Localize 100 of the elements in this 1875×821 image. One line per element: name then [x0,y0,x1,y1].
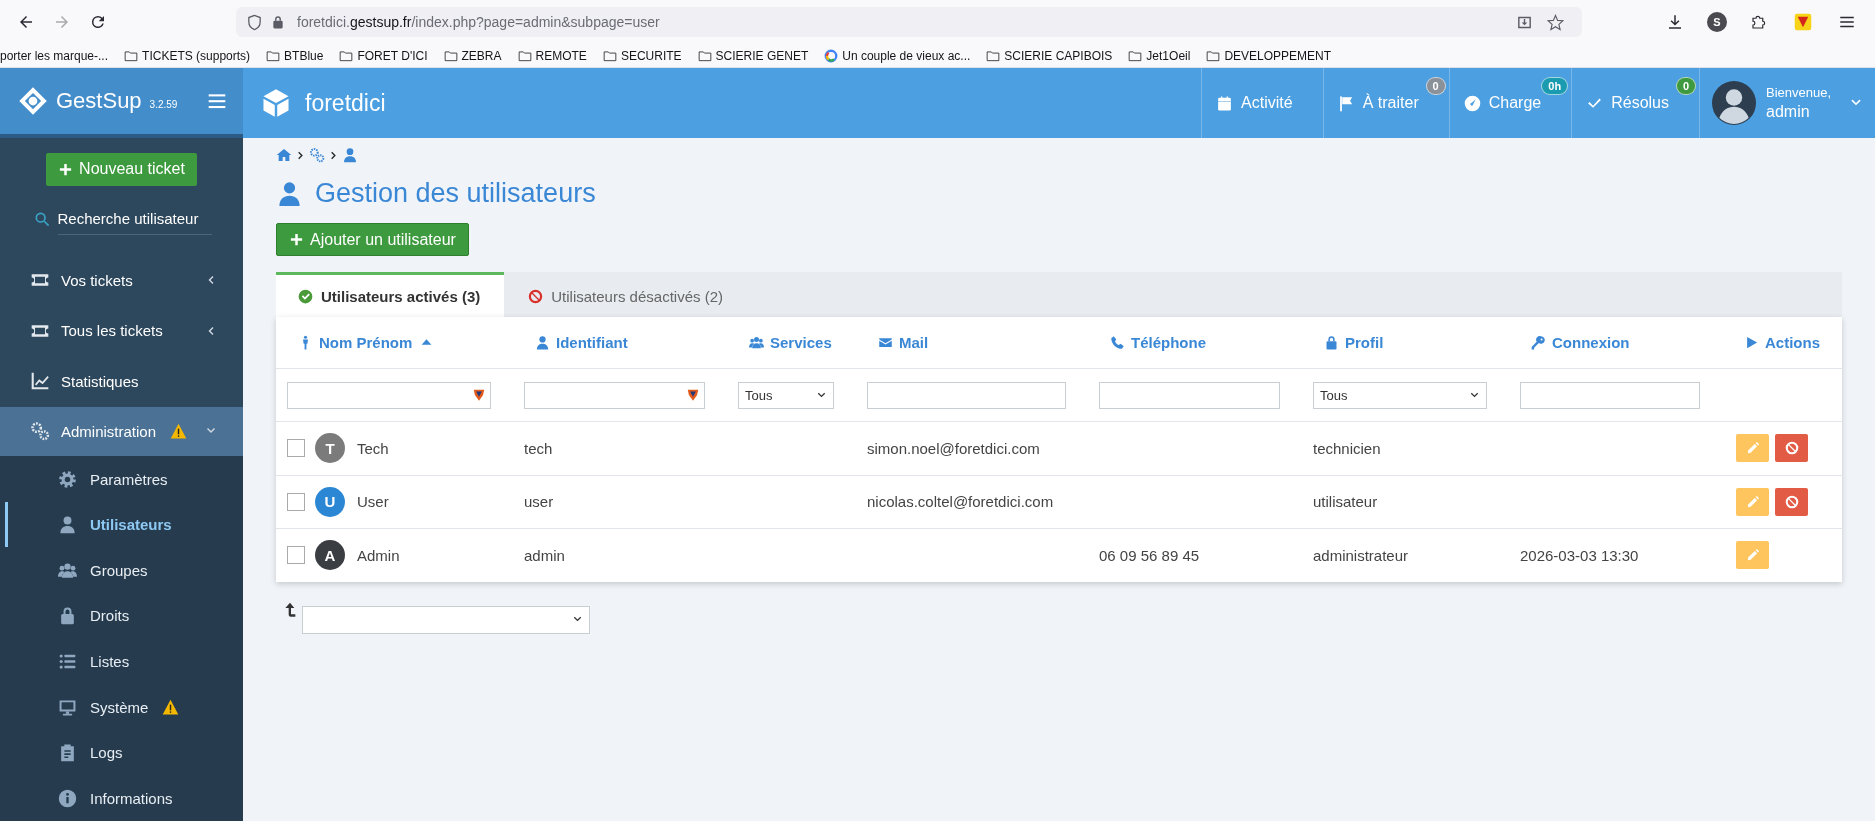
bookmark[interactable]: Jet1Oeil [1146,48,1191,63]
forward-icon[interactable] [53,13,71,31]
bookmark[interactable]: SECURITE [620,48,682,63]
filter-select[interactable]: Tous [1313,381,1487,409]
add-user-button[interactable]: Ajouter un utilisateur [276,223,469,256]
login-cell: user [524,493,554,511]
address-bar[interactable]: foretdici.gestsup.fr/index.php?page=admin&subpage=user [236,7,1582,37]
mail-cell: simon.noel@foretdici.com [867,439,1040,457]
folder-icon [266,48,281,63]
bookmark[interactable]: SCIERIE GENET [715,48,809,63]
logo-icon [18,86,48,116]
row-checkbox[interactable] [287,546,305,565]
nav-label: Activité [1241,94,1293,112]
folder-icon [602,48,617,63]
bookmark[interactable]: ZEBRA [461,48,502,63]
phone-icon [1110,335,1125,350]
column-header[interactable]: Nom Prénom [276,334,513,351]
user-icon [58,515,77,535]
folder-icon [443,48,458,63]
gear-icon [58,469,77,489]
search-icon [33,211,50,228]
clipboard-icon [58,743,77,763]
sidebar-item[interactable]: Administration [0,406,243,457]
filter-field[interactable] [867,381,1066,409]
puzzle-icon[interactable] [1750,13,1768,31]
sidebar-subitem[interactable]: Listes [5,638,243,685]
home-icon[interactable] [276,147,292,163]
user-icon[interactable] [342,147,358,163]
column-header[interactable]: Profil [1302,334,1509,351]
new-ticket-button[interactable]: Nouveau ticket [46,153,197,186]
tab[interactable]: Utilisateurs activés (3) [276,272,505,317]
bookmark[interactable]: REMOTE [535,48,587,63]
filter-field[interactable] [1099,381,1280,409]
play-icon [1744,335,1759,350]
sidebar-item[interactable]: Vos tickets [0,254,243,306]
bookmark[interactable]: porter les marque-... [0,48,109,63]
sidebar-subitem[interactable]: Groupes [5,547,243,594]
sidebar-subitem[interactable]: Informations [5,775,243,821]
tab[interactable]: Utilisateurs désactivés (2) [504,272,747,317]
nav-label: Charge [1488,94,1542,112]
filter-select[interactable]: Tous [738,381,834,409]
profile-cell: utilisateur [1313,493,1378,511]
mail-cell: nicolas.coltel@foretdici.com [867,493,1054,511]
bookmark[interactable]: Un couple de vieux ac... [842,48,971,63]
cube-icon [261,88,291,118]
column-header[interactable]: Téléphone [1088,334,1302,351]
download-icon[interactable] [1666,13,1684,31]
nav-label: À traiter [1362,94,1419,112]
gauge-icon [1463,94,1481,112]
monitor-icon [58,697,77,717]
user-icon [276,180,303,207]
row-checkbox[interactable] [287,492,305,511]
version-text: 3.2.59 [149,98,178,110]
lock-icon [58,606,77,626]
nav-item[interactable]: Résolus 0 [1571,68,1699,138]
user-name: Tech [357,439,389,457]
envelope-icon [878,335,893,350]
bookmark[interactable]: BTBlue [284,48,324,63]
bookmark[interactable]: TICKETS (supports) [142,48,251,63]
sidebar-item[interactable]: Tous les tickets [0,305,243,357]
column-header[interactable]: Identifiant [513,334,727,351]
bookmark[interactable]: FORET D'ICI [357,48,428,63]
column-header[interactable]: Connexion [1509,334,1722,351]
reload-icon[interactable] [89,13,107,31]
login-cell: admin [524,546,565,564]
row-checkbox[interactable] [287,439,305,458]
folder-icon [339,48,354,63]
disable-button[interactable] [1775,487,1808,516]
sidebar-subitem[interactable]: Droits [5,593,243,639]
sidebar-subitem[interactable]: Utilisateurs [5,501,243,548]
filter-field[interactable] [1520,381,1700,409]
extension-icon[interactable] [1794,13,1812,31]
filter-field[interactable] [524,381,705,409]
sidebar-subitem[interactable]: Logs [5,729,243,776]
bookmark[interactable]: SCIERIE CAPIBOIS [1004,48,1113,63]
filter-field[interactable] [287,381,491,409]
disable-button[interactable] [1775,434,1808,463]
column-header[interactable]: Mail [856,334,1088,351]
star-icon[interactable] [1547,13,1564,31]
sidebar-subitem[interactable]: Système [5,684,243,730]
key-icon [1531,335,1546,350]
list-icon [58,651,77,671]
plus-icon [58,161,74,177]
pencil-icon [1745,548,1760,563]
folder-icon [697,48,712,63]
lock-icon [1324,335,1339,350]
column-header[interactable]: Services [727,334,856,351]
column-header[interactable]: Actions [1722,334,1842,351]
ban-icon [528,288,544,304]
search-field[interactable]: Recherche utilisateur [57,203,212,235]
calendar-icon [1216,94,1234,112]
profile-avatar[interactable]: S [1707,12,1727,32]
ban-icon [1784,494,1799,509]
greeting-text: Bienvenue, [1766,85,1832,100]
plus-icon [289,232,304,247]
avatar: U [315,486,345,517]
bookmark[interactable]: DEVELOPPEMENT [1224,48,1332,63]
avatar: T [315,433,345,464]
sidebar-item[interactable]: Statistiques [0,356,243,407]
sidebar-subitem[interactable]: Paramètres [5,456,243,502]
